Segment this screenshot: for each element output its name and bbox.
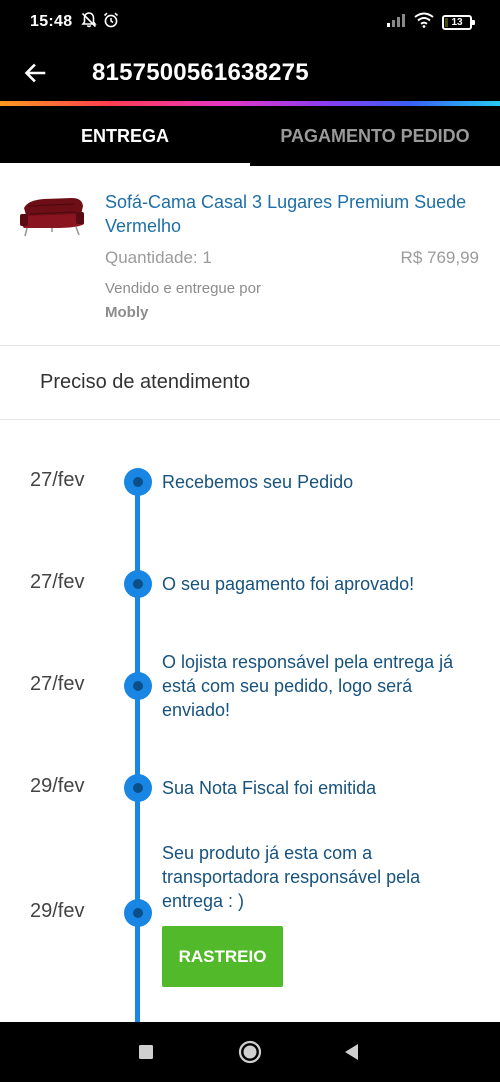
event-text: Sua Nota Fiscal foi emitida: [162, 778, 377, 798]
product-quantity: Quantidade: 1: [105, 248, 212, 267]
event-text: O seu pagamento foi aprovado!: [162, 574, 415, 594]
wifi-icon: [414, 12, 434, 33]
timeline-dot: [124, 468, 152, 496]
track-button[interactable]: RASTREIO: [162, 926, 283, 987]
arrow-left-icon: [24, 63, 46, 83]
battery-level: 13: [451, 16, 463, 28]
tab-entrega-label: ENTREGA: [80, 125, 169, 146]
track-button-label: RASTREIO: [178, 946, 267, 966]
event-date: 27/fev: [30, 673, 85, 695]
event-date: 29/fev: [30, 900, 85, 922]
battery-icon: 13: [442, 14, 475, 30]
product-image: [20, 198, 84, 237]
app-bar: 8157500561638275: [0, 44, 500, 102]
recents-square-icon: [139, 1045, 153, 1059]
support-button[interactable]: Preciso de atendimento: [0, 346, 500, 420]
back-triangle-icon: [345, 1044, 358, 1060]
system-nav-bar: [0, 1022, 500, 1082]
product-price: R$ 769,99: [400, 248, 479, 267]
event-date: 29/fev: [30, 775, 85, 797]
tab-bar: ENTREGA PAGAMENTO PEDIDO: [0, 106, 500, 166]
home-button[interactable]: [220, 1022, 280, 1082]
event-date: 27/fev: [30, 571, 85, 593]
event-text: O lojista responsável pela entrega já es…: [162, 652, 454, 720]
tab-pagamento-label: PAGAMENTO PEDIDO: [280, 125, 470, 146]
system-back-button[interactable]: [322, 1022, 382, 1082]
product-name[interactable]: Sofá-Cama Casal 3 Lugares Premium Suede …: [105, 190, 485, 238]
status-bar: 15:48 13: [0, 0, 500, 44]
product-card[interactable]: Sofá-Cama Casal 3 Lugares Premium Suede …: [0, 166, 500, 346]
event-date: 27/fev: [30, 469, 85, 491]
notifications-off-icon: [80, 11, 98, 34]
event-text: Recebemos seu Pedido: [162, 472, 354, 492]
alarm-icon: [102, 11, 120, 34]
timeline-line: [135, 482, 140, 1027]
recents-button[interactable]: [116, 1022, 176, 1082]
timeline-dot: [124, 774, 152, 802]
event-text: Seu produto já esta com a transportadora…: [162, 843, 421, 911]
timeline-dot: [124, 672, 152, 700]
signal-icon: [386, 13, 406, 32]
tab-entrega[interactable]: ENTREGA: [0, 106, 250, 166]
seller-name: Mobly: [105, 304, 149, 321]
timeline-dot: [124, 570, 152, 598]
order-number: 8157500561638275: [92, 59, 309, 86]
status-time: 15:48: [30, 13, 73, 30]
timeline-dot: [124, 899, 152, 927]
back-button[interactable]: [0, 44, 70, 102]
tab-pagamento-pedido[interactable]: PAGAMENTO PEDIDO: [250, 106, 500, 166]
sold-by-label: Vendido e entregue por: [105, 280, 261, 297]
support-label: Preciso de atendimento: [40, 371, 251, 393]
home-circle-icon: [238, 1040, 262, 1064]
